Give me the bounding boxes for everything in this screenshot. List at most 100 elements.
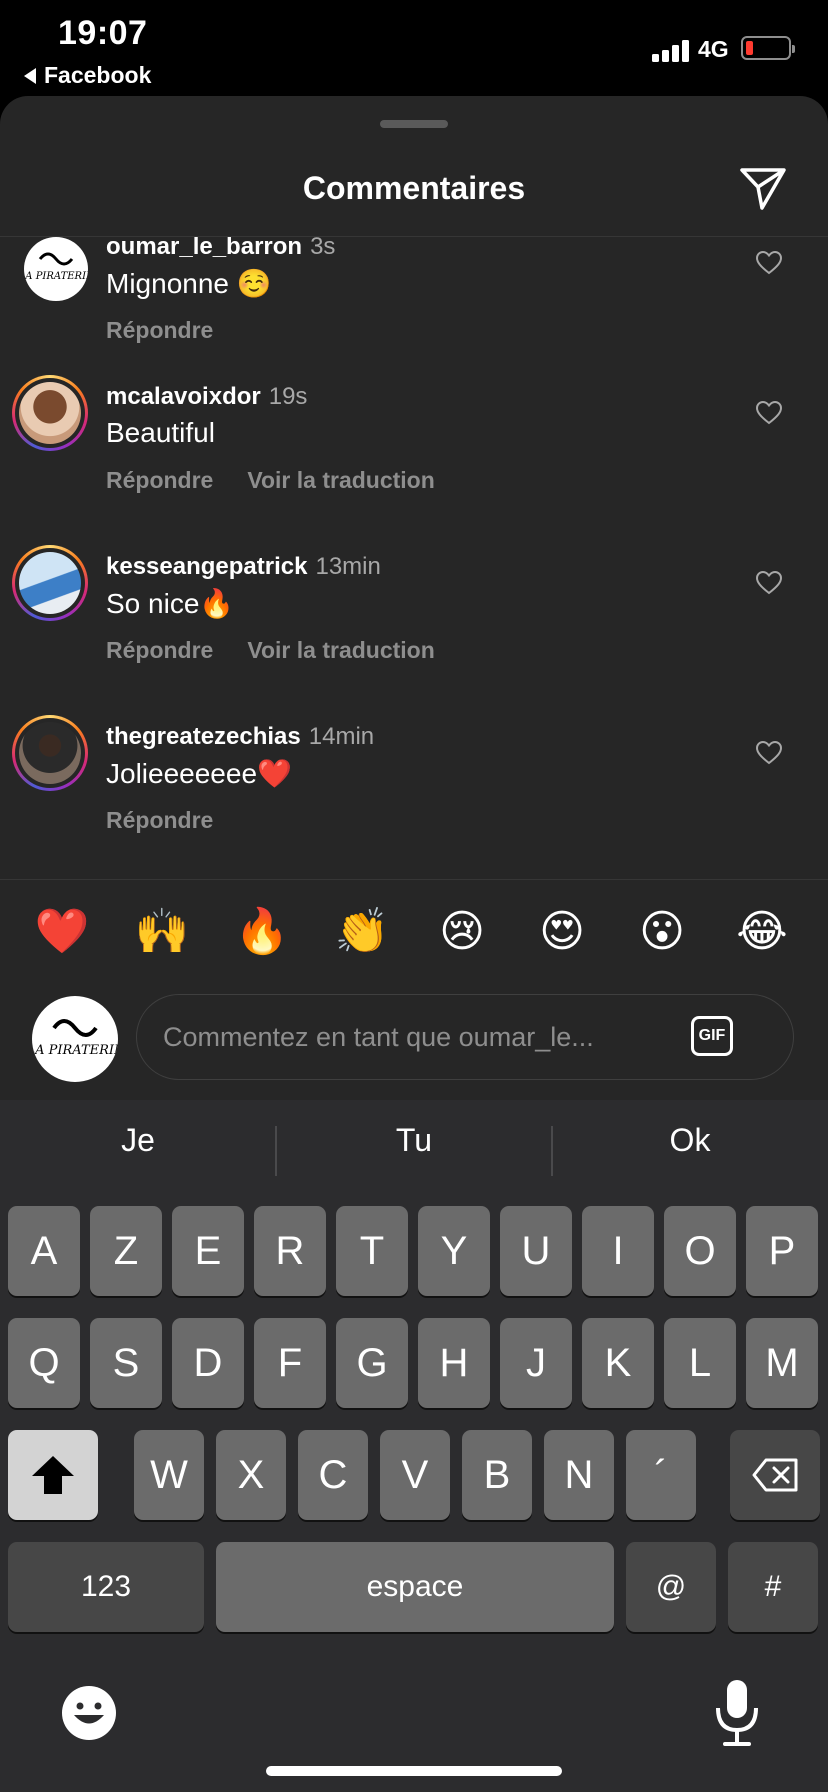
sheet-title: Commentaires [302, 170, 526, 206]
suggestion-1[interactable]: Je [0, 1122, 276, 1159]
key-i[interactable]: I [582, 1206, 654, 1296]
avatar[interactable]: LA PIRATERIE [24, 237, 88, 301]
comment-list[interactable]: LA PIRATERIE oumar_le_barron3s Mignonne … [0, 237, 828, 877]
comment-username[interactable]: mcalavoixdor 19s [106, 383, 307, 411]
emoji-keyboard-icon[interactable] [60, 1684, 118, 1742]
key-g[interactable]: G [336, 1318, 408, 1408]
key-v[interactable]: V [380, 1430, 450, 1520]
key-k[interactable]: K [582, 1318, 654, 1408]
reply-button[interactable]: Répondre [106, 317, 213, 343]
gif-button[interactable]: GIF [691, 1016, 733, 1056]
keyboard: Je Tu Ok A Z E R T Y U I O P Q S D F G H… [0, 1100, 828, 1792]
see-translation-button[interactable]: Voir la traduction [247, 637, 434, 663]
reply-button[interactable]: Répondre [106, 637, 213, 663]
avatar[interactable] [12, 715, 88, 791]
comment-username[interactable]: oumar_le_barron 3s [106, 237, 335, 261]
microphone-icon[interactable] [712, 1678, 762, 1748]
comment-actions: Répondre [106, 317, 213, 344]
emoji-raised-hands-button[interactable]: 🙌 [132, 902, 192, 962]
backspace-icon [752, 1458, 798, 1492]
key-accent[interactable]: ´ [626, 1430, 696, 1520]
back-arrow-icon [24, 67, 36, 84]
status-bar: 19:07 Facebook 4G [0, 0, 828, 96]
avatar[interactable] [12, 375, 88, 451]
comment-actions: Répondre Voir la traduction [106, 637, 435, 664]
svg-text:LA PIRATERIE: LA PIRATERIE [24, 271, 88, 282]
key-c[interactable]: C [298, 1430, 368, 1520]
key-o[interactable]: O [664, 1206, 736, 1296]
key-s[interactable]: S [90, 1318, 162, 1408]
space-key[interactable]: espace [216, 1542, 614, 1632]
comment-item: LA PIRATERIE oumar_le_barron3s Mignonne … [0, 237, 828, 375]
emoji-fire-button[interactable]: 🔥 [232, 902, 292, 962]
key-h[interactable]: H [418, 1318, 490, 1408]
comment-text: So nice🔥 [106, 588, 235, 619]
like-heart-icon[interactable] [756, 741, 782, 765]
comment-time: 3s [310, 237, 336, 260]
comment-item: mcalavoixdor 19s Beautiful Répondre Voir l… [0, 375, 828, 545]
key-e[interactable]: E [172, 1206, 244, 1296]
key-t[interactable]: T [336, 1206, 408, 1296]
emoji-laughing-button[interactable]: 😂 [732, 902, 792, 962]
avatar[interactable] [12, 545, 88, 621]
back-to-app-link[interactable]: Facebook [24, 62, 151, 89]
emoji-clap-button[interactable]: 👏 [332, 902, 392, 962]
suggestion-2[interactable]: Tu [276, 1122, 552, 1159]
key-q[interactable]: Q [8, 1318, 80, 1408]
backspace-key[interactable] [730, 1430, 820, 1520]
key-p[interactable]: P [746, 1206, 818, 1296]
emoji-heart-eyes-button[interactable]: 😍 [532, 902, 592, 962]
see-translation-button[interactable]: Voir la traduction [247, 467, 434, 493]
comment-username[interactable]: thegreatezechias 14min [106, 723, 374, 751]
share-send-icon[interactable] [738, 166, 788, 212]
at-key[interactable]: @ [626, 1542, 716, 1632]
like-heart-icon[interactable] [756, 251, 782, 275]
signal-icon [652, 38, 696, 62]
hash-key[interactable]: # [728, 1542, 818, 1632]
shift-arrow-icon [32, 1456, 74, 1494]
key-w[interactable]: W [134, 1430, 204, 1520]
comment-time: 14min [308, 723, 375, 750]
key-u[interactable]: U [500, 1206, 572, 1296]
shift-key[interactable] [8, 1430, 98, 1520]
key-j[interactable]: J [500, 1318, 572, 1408]
key-f[interactable]: F [254, 1318, 326, 1408]
emoji-surprised-button[interactable]: 😮 [632, 902, 692, 962]
comments-sheet: Commentaires LA PIRATERIE oumar_le_barro… [0, 96, 828, 1100]
key-l[interactable]: L [664, 1318, 736, 1408]
comment-actions: Répondre [106, 807, 213, 834]
battery-icon [741, 36, 795, 60]
suggestion-bar: Je Tu Ok [0, 1100, 828, 1194]
numbers-key[interactable]: 123 [8, 1542, 204, 1632]
suggestion-3[interactable]: Ok [552, 1122, 828, 1159]
network-label: 4G [698, 36, 729, 62]
key-a[interactable]: A [8, 1206, 80, 1296]
reply-button[interactable]: Répondre [106, 467, 213, 493]
comment-time: 13min [315, 553, 381, 580]
key-r[interactable]: R [254, 1206, 326, 1296]
like-heart-icon[interactable] [756, 401, 782, 425]
emoji-crying-button[interactable]: 😢 [432, 902, 492, 962]
home-indicator[interactable] [266, 1766, 562, 1776]
sheet-grabber[interactable] [380, 120, 448, 128]
key-y[interactable]: Y [418, 1206, 490, 1296]
composer-avatar-logo-text: LA PIRATERIE [32, 1043, 118, 1058]
comment-text: Jolieeeeeee❤️ [106, 758, 292, 789]
key-z[interactable]: Z [90, 1206, 162, 1296]
like-heart-icon[interactable] [756, 571, 782, 595]
comment-text: Mignonne ☺️ [106, 268, 272, 299]
comment-username[interactable]: kesseangepatrick 13min [106, 553, 381, 581]
comment-input[interactable]: Commentez en tant que oumar_le... GIF [136, 994, 794, 1080]
back-app-label: Facebook [44, 62, 152, 88]
comment-item: thegreatezechias 14min Jolieeeeeee❤️ Répo… [0, 715, 828, 877]
key-b[interactable]: B [462, 1430, 532, 1520]
comment-item: kesseangepatrick 13min So nice🔥 Répondre V… [0, 545, 828, 715]
quick-emoji-bar: ❤️ 🙌 🔥 👏 😢 😍 😮 😂 [0, 902, 828, 962]
key-n[interactable]: N [544, 1430, 614, 1520]
emoji-divider [0, 879, 828, 880]
key-d[interactable]: D [172, 1318, 244, 1408]
reply-button[interactable]: Répondre [106, 807, 213, 833]
key-x[interactable]: X [216, 1430, 286, 1520]
emoji-heart-button[interactable]: ❤️ [32, 902, 92, 962]
key-m[interactable]: M [746, 1318, 818, 1408]
